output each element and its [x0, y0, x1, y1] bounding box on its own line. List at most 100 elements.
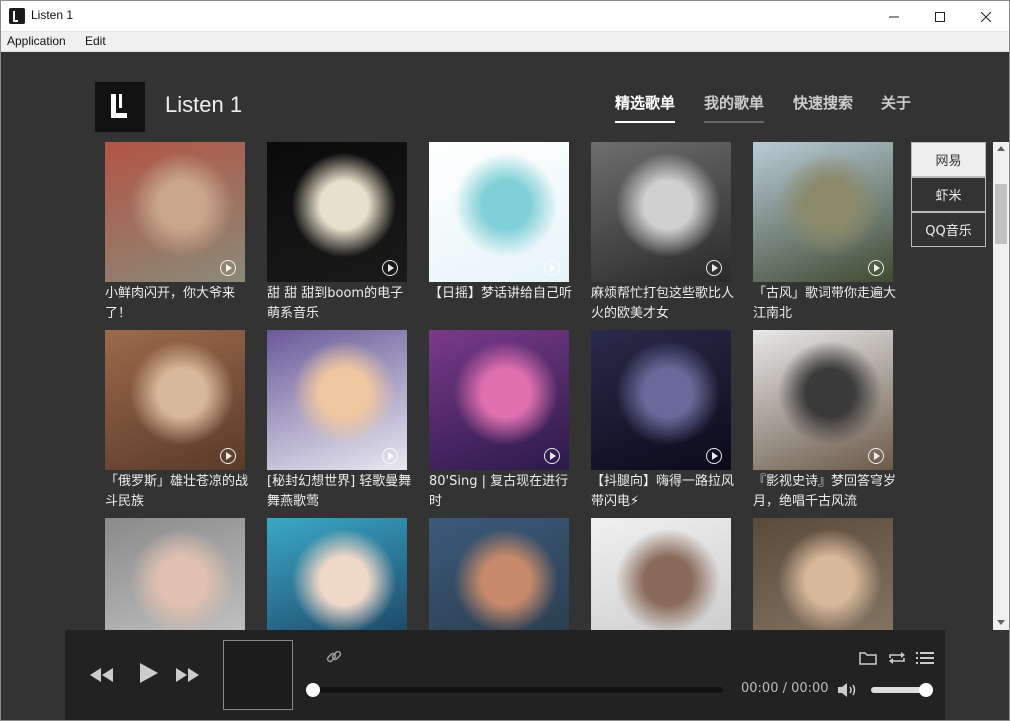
playlist-card[interactable]: 『影视史诗』梦回答穹岁月，绝唱千古风流 — [753, 330, 896, 516]
playlist-cover[interactable] — [753, 518, 893, 630]
playlist-cover[interactable] — [753, 142, 893, 282]
play-circle-icon[interactable] — [382, 448, 398, 464]
tab-my-playlists[interactable]: 我的歌单 — [704, 92, 765, 123]
logo-icon — [111, 94, 127, 118]
menu-bar: Application Edit — [1, 32, 1009, 52]
app-logo[interactable] — [95, 82, 145, 132]
playlist-title[interactable]: 【抖腿向】嗨得一路拉风带闪电⚡ — [591, 472, 737, 512]
playlist-card[interactable]: 【抖腿向】嗨得一路拉风带闪电⚡ — [591, 330, 734, 516]
source-link-button[interactable] — [325, 648, 343, 666]
menu-application[interactable]: Application — [7, 34, 66, 48]
playlist-cover[interactable] — [429, 518, 569, 630]
volume-button[interactable] — [837, 680, 859, 700]
playlist-card[interactable]: 「俄罗斯」雄壮苍凉的战斗民族 — [105, 330, 248, 516]
play-icon — [140, 663, 158, 683]
playlist-cover[interactable] — [591, 142, 731, 282]
progress-bar[interactable] — [306, 683, 723, 697]
minimize-button[interactable] — [871, 1, 917, 32]
title-bar: Listen 1 — [1, 1, 1009, 32]
now-playing-cover[interactable] — [223, 640, 293, 710]
play-circle-icon[interactable] — [220, 448, 236, 464]
playlist-card[interactable] — [429, 518, 569, 630]
scroll-down-icon[interactable] — [997, 620, 1005, 625]
playlist-title[interactable]: 80'Sing | 复古现在进行时 — [429, 472, 575, 512]
maximize-button[interactable] — [917, 1, 963, 32]
tab-quick-search[interactable]: 快速搜索 — [793, 92, 853, 121]
playlist-cover[interactable] — [105, 142, 245, 282]
app-window: Listen 1 Application Edit Listen 1 精选歌单 … — [0, 0, 1010, 721]
playlist-cover[interactable] — [105, 330, 245, 470]
play-circle-icon[interactable] — [544, 448, 560, 464]
prev-button[interactable] — [89, 662, 115, 688]
scroll-up-icon[interactable] — [997, 146, 1005, 151]
source-qq-button[interactable]: QQ音乐 — [911, 212, 986, 247]
player-bar: 00:00 / 00:00 — [65, 630, 945, 720]
app-name: Listen 1 — [165, 92, 243, 117]
playlist-card[interactable]: 80'Sing | 复古现在进行时 — [429, 330, 569, 516]
playlist-card[interactable] — [105, 518, 245, 630]
source-xiami-button[interactable]: 虾米 — [911, 177, 986, 212]
play-circle-icon[interactable] — [220, 260, 236, 276]
volume-knob[interactable] — [918, 683, 933, 697]
minimize-icon — [889, 16, 899, 17]
app-logo-icon — [9, 8, 25, 24]
playlist-cover[interactable] — [429, 142, 569, 282]
playlist-cover[interactable] — [429, 330, 569, 470]
playlist-cover[interactable] — [267, 518, 407, 630]
playlist-title[interactable]: 小鲜肉闪开，你大爷来了！ — [105, 284, 251, 324]
playlist-card[interactable] — [267, 518, 407, 630]
playlist-title[interactable]: [秘封幻想世界] 轻歌曼舞 舞燕歌莺 — [267, 472, 413, 512]
main-content: Listen 1 精选歌单 我的歌单 快速搜索 关于 小鲜肉闪开，你大爷来了！甜… — [1, 52, 1009, 720]
link-icon — [326, 650, 342, 663]
playlist-cover[interactable] — [591, 330, 731, 470]
playlist-card[interactable]: [秘封幻想世界] 轻歌曼舞 舞燕歌莺 — [267, 330, 411, 516]
playlist-title[interactable]: 『影视史诗』梦回答穹岁月，绝唱千古风流 — [753, 472, 899, 512]
scroll-thumb[interactable] — [995, 184, 1007, 244]
play-circle-icon[interactable] — [868, 260, 884, 276]
playlist-card[interactable]: 【日摇】梦话讲给自己听 — [429, 142, 572, 328]
play-circle-icon[interactable] — [706, 260, 722, 276]
playlist-card[interactable] — [753, 518, 893, 630]
playlist-card[interactable]: 小鲜肉闪开，你大爷来了！ — [105, 142, 245, 328]
source-selector: 网易 虾米 QQ音乐 — [911, 142, 987, 247]
playlist-title[interactable]: 【日摇】梦话讲给自己听 — [429, 284, 575, 304]
vertical-scrollbar[interactable] — [993, 142, 1009, 630]
playlist-cover[interactable] — [267, 142, 407, 282]
time-display: 00:00 / 00:00 — [741, 681, 829, 696]
play-circle-icon[interactable] — [868, 448, 884, 464]
close-icon — [981, 11, 991, 22]
window-title: Listen 1 — [31, 8, 74, 22]
tab-about[interactable]: 关于 — [881, 92, 911, 121]
open-folder-button[interactable] — [859, 650, 877, 666]
progress-knob[interactable] — [306, 683, 320, 697]
playlist-icon — [916, 652, 934, 664]
playlist-title[interactable]: 「俄罗斯」雄壮苍凉的战斗民族 — [105, 472, 251, 512]
play-circle-icon[interactable] — [544, 260, 560, 276]
playlist-title[interactable]: 甜 甜 甜到boom的电子萌系音乐 — [267, 284, 413, 324]
playlist-cover[interactable] — [753, 330, 893, 470]
playlist-title[interactable]: 「古风」歌词带你走遍大江南北 — [753, 284, 899, 324]
play-circle-icon[interactable] — [706, 448, 722, 464]
next-icon — [176, 668, 199, 682]
volume-icon — [838, 683, 856, 697]
repeat-icon — [889, 652, 905, 664]
playlist-title[interactable]: 麻烦帮忙打包这些歌比人火的欧美才女 — [591, 284, 737, 324]
playlist-card[interactable] — [591, 518, 731, 630]
playlist-card[interactable]: 「古风」歌词带你走遍大江南北 — [753, 142, 896, 328]
maximize-icon — [935, 11, 945, 22]
next-button[interactable] — [175, 662, 201, 688]
playlist-cover[interactable] — [591, 518, 731, 630]
play-circle-icon[interactable] — [382, 260, 398, 276]
tab-featured-playlists[interactable]: 精选歌单 — [615, 92, 676, 123]
playlist-button[interactable] — [915, 650, 935, 666]
playlist-card[interactable]: 麻烦帮忙打包这些歌比人火的欧美才女 — [591, 142, 734, 328]
playlist-card[interactable]: 甜 甜 甜到boom的电子萌系音乐 — [267, 142, 407, 328]
menu-edit[interactable]: Edit — [85, 34, 106, 48]
play-button[interactable] — [135, 660, 161, 686]
source-netease-button[interactable]: 网易 — [911, 142, 986, 177]
close-button[interactable] — [963, 1, 1009, 32]
repeat-button[interactable] — [887, 650, 907, 666]
volume-slider[interactable] — [871, 683, 933, 697]
playlist-cover[interactable] — [105, 518, 245, 630]
playlist-cover[interactable] — [267, 330, 407, 470]
